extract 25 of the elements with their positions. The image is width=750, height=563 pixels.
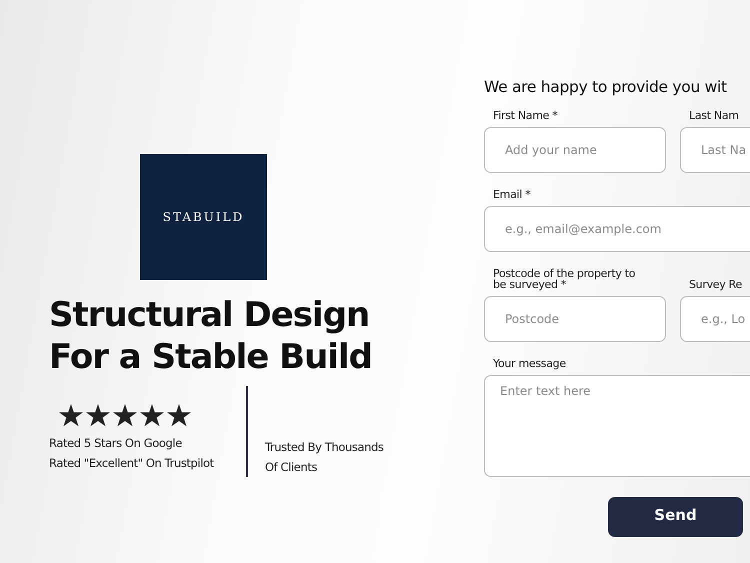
trust-text: Of Clients xyxy=(265,459,318,476)
input-field[interactable]: Postcode xyxy=(484,296,666,342)
input-field[interactable]: e.g., Lo xyxy=(680,296,750,342)
rating-text: Rated 5 Stars On Google xyxy=(49,435,183,452)
input-field[interactable]: Last Na xyxy=(680,127,750,173)
star-icon xyxy=(167,404,191,427)
star-icon xyxy=(140,404,164,427)
field-label: Your message xyxy=(493,358,567,369)
field-label: Postcode of the property to be surveyed * xyxy=(493,268,636,290)
input-field[interactable]: e.g., email@example.com xyxy=(484,206,750,252)
message-field[interactable]: Enter text here xyxy=(484,375,750,477)
send-button[interactable]: Send xyxy=(608,497,743,537)
star-icon xyxy=(59,404,83,427)
trust-text: Trusted By Thousands xyxy=(265,439,384,456)
field-label: Survey Re xyxy=(689,279,743,290)
logo: STABUILD xyxy=(140,154,267,280)
input-field[interactable]: Add your name xyxy=(484,127,666,173)
field-label: Email * xyxy=(493,189,532,200)
field-label: Last Nam xyxy=(689,110,740,121)
form-title: We are happy to provide you wit xyxy=(484,78,728,96)
star-icon xyxy=(86,404,110,427)
star-icon xyxy=(113,404,137,427)
field-label: First Name * xyxy=(493,110,558,121)
headline: Structural Design For a Stable Build xyxy=(49,294,373,378)
rating-text: Rated "Excellent" On Trustpilot xyxy=(49,455,215,472)
